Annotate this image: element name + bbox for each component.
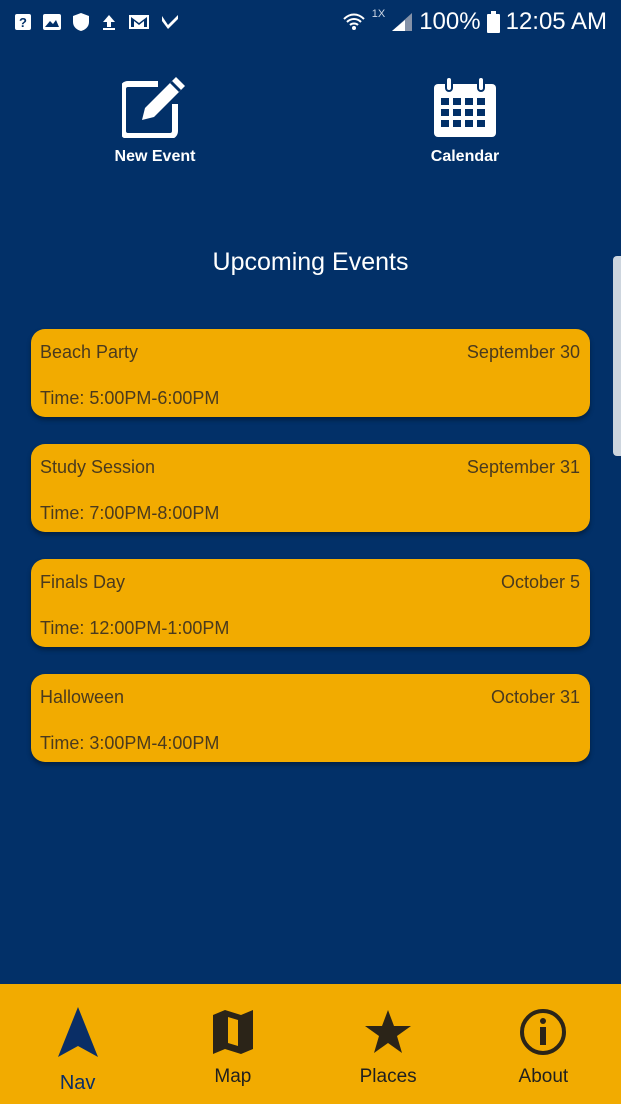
navigation-arrow-icon: [57, 1002, 99, 1062]
event-name: Study Session: [40, 457, 156, 477]
bottom-navigation: Nav Map Places About: [0, 984, 621, 1104]
page-title: Upcoming Events: [212, 248, 409, 276]
upload-icon: [100, 13, 118, 31]
signal-icon: [391, 12, 413, 32]
star-icon: [364, 1002, 412, 1062]
nav-tab-label: Map: [214, 1066, 252, 1087]
notification-icons: ?: [14, 12, 180, 32]
event-name: Halloween: [40, 687, 125, 707]
event-list: Beach Party September 30 Time: 5:00PM-6:…: [31, 329, 590, 789]
event-card[interactable]: Beach Party September 30 Time: 5:00PM-6:…: [31, 329, 590, 417]
check-icon: [160, 13, 180, 31]
wifi-icon: [342, 11, 366, 33]
calendar-label: Calendar: [430, 148, 500, 165]
nav-tab-nav[interactable]: Nav: [0, 984, 155, 1104]
event-time: Time: 5:00PM-6:00PM: [40, 388, 220, 408]
network-badge: 1X: [371, 8, 386, 20]
map-icon: [211, 1002, 255, 1062]
event-time: Time: 7:00PM-8:00PM: [40, 503, 220, 523]
battery-percent: 100%: [419, 8, 481, 35]
nav-tab-about[interactable]: About: [466, 984, 621, 1104]
image-icon: [42, 13, 62, 31]
event-date: September 31: [466, 457, 580, 477]
calendar-icon: [375, 68, 555, 138]
event-date: October 31: [490, 687, 580, 707]
clock: 12:05 AM: [505, 8, 607, 35]
svg-text:?: ?: [19, 15, 27, 30]
info-icon: [519, 1002, 567, 1062]
event-name: Finals Day: [40, 572, 126, 592]
new-event-button[interactable]: New Event: [65, 68, 245, 166]
gmail-icon: [128, 13, 150, 31]
calendar-button[interactable]: Calendar: [375, 68, 555, 166]
nav-tab-map[interactable]: Map: [155, 984, 310, 1104]
event-name: Beach Party: [40, 342, 139, 362]
event-time: Time: 12:00PM-1:00PM: [40, 618, 230, 638]
system-status: 1X 100% 12:05 AM: [342, 8, 607, 36]
shield-icon: [72, 12, 90, 32]
help-icon: ?: [14, 13, 32, 31]
quick-actions: New Event Calendar: [0, 68, 621, 178]
nav-tab-places[interactable]: Places: [311, 984, 466, 1104]
event-card[interactable]: Finals Day October 5 Time: 12:00PM-1:00P…: [31, 559, 590, 647]
event-date: October 5: [500, 572, 580, 592]
nav-tab-label: Nav: [59, 1072, 96, 1094]
event-time: Time: 3:00PM-4:00PM: [40, 733, 220, 753]
event-card[interactable]: Study Session September 31 Time: 7:00PM-…: [31, 444, 590, 532]
new-event-label: New Event: [114, 148, 196, 165]
scrollbar[interactable]: [613, 256, 621, 456]
nav-tab-label: Places: [359, 1066, 417, 1087]
status-bar: ? 1X 100% 12:05 AM: [0, 0, 621, 44]
nav-tab-label: About: [518, 1066, 569, 1087]
event-date: September 30: [466, 342, 580, 362]
edit-icon: [65, 68, 245, 138]
battery-icon: [486, 11, 500, 33]
event-card[interactable]: Halloween October 31 Time: 3:00PM-4:00PM: [31, 674, 590, 762]
